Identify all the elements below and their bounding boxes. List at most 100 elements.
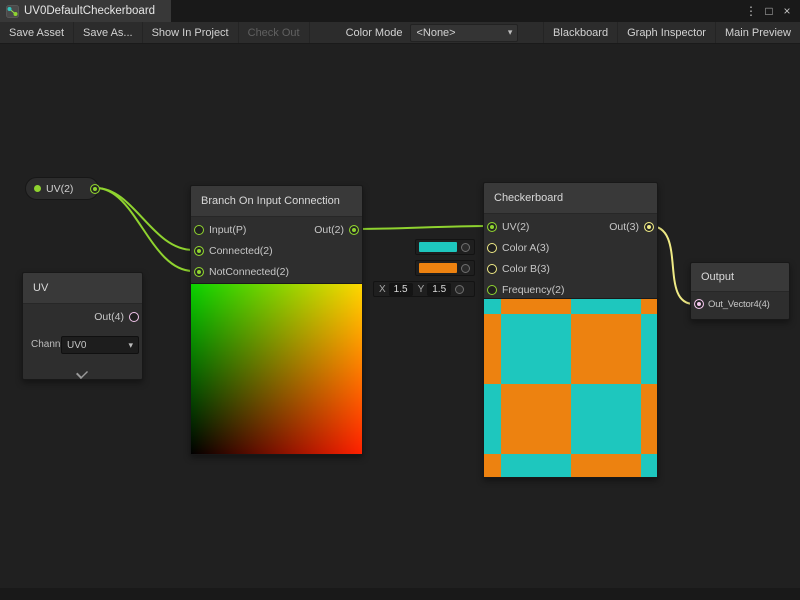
port-checkerboard-frequency[interactable] [487,285,497,295]
checker-cell [484,454,501,477]
output-node-header[interactable]: Output [691,263,789,292]
branch-row-connected: Connected(2) [191,241,362,262]
toolbar-right-group: Blackboard Graph Inspector Main Preview [543,22,800,43]
checker-cell [501,299,571,314]
checkerboard-color-a-label: Color A(3) [502,242,549,254]
color-mode-value: <None> [416,27,455,39]
checker-cell [501,454,571,477]
port-branch-connected[interactable] [194,246,204,256]
output-node[interactable]: Output Out_Vector4(4) [690,262,790,320]
branch-notconnected-label: NotConnected(2) [209,266,289,278]
checker-cell [571,299,641,314]
branch-row-input: Input(P) Out(2) [191,220,362,241]
check-out-button: Check Out [239,22,310,43]
branch-out-label: Out(2) [314,224,344,236]
checker-cell [641,299,657,314]
port-output-vector4[interactable] [694,299,704,309]
color-mode-dropdown[interactable]: <None> ▾ [410,24,518,42]
uv-node[interactable]: UV Out(4) Channe UV0 ▾ [22,272,143,380]
window-bottom-edge [0,588,800,600]
port-checkerboard-color-b[interactable] [487,264,497,274]
checkerboard-row-color-b: Color B(3) [484,259,657,280]
port-branch-input[interactable] [194,225,204,235]
branch-node-preview [191,283,362,454]
checkerboard-row-color-a: Color A(3) [484,238,657,259]
frequency-x-input[interactable]: 1.5 [389,283,413,296]
graph-canvas[interactable]: UV(2) UV Out(4) Channe UV0 ▾ Branch On I… [0,44,800,588]
checkerboard-row-uv: UV(2) Out(3) [484,217,657,238]
port-uvpill-out[interactable] [90,184,100,194]
uv-pill-label: UV(2) [46,183,73,195]
graph-inspector-toggle[interactable]: Graph Inspector [617,22,715,43]
edge-uvpill-to-connected[interactable] [96,188,193,250]
close-icon[interactable]: × [779,4,795,18]
main-preview-toggle[interactable]: Main Preview [715,22,800,43]
branch-connected-label: Connected(2) [209,245,273,257]
port-checkerboard-out[interactable] [644,222,654,232]
show-in-project-button[interactable]: Show In Project [143,22,239,43]
checker-cell [484,299,501,314]
checker-cell [641,314,657,384]
frequency-y-label: Y [418,284,425,295]
graph-tab[interactable]: UV0DefaultCheckerboard [0,0,171,22]
checker-cell [571,454,641,477]
checker-cell [501,384,571,454]
edge-uvpill-to-notconnected[interactable] [96,188,193,271]
color-a-swatch[interactable] [419,242,457,252]
uv-out-row: Out(4) [23,307,142,328]
branch-row-notconnected: NotConnected(2) [191,262,362,283]
save-as-button[interactable]: Save As... [74,22,143,43]
frequency-connector-dot [455,285,464,294]
collapse-chevron-icon[interactable] [77,368,89,374]
branch-node[interactable]: Branch On Input Connection Input(P) Out(… [190,185,363,455]
color-mode-label: Color Mode [340,27,409,39]
tab-title: UV0DefaultCheckerboard [24,5,155,17]
title-bar: UV0DefaultCheckerboard ⋮ □ × [0,0,800,22]
color-b-swatch[interactable] [419,263,457,273]
checkerboard-frequency-label: Frequency(2) [502,284,564,296]
chevron-down-icon: ▾ [508,27,513,38]
uv-pill-preview-dot [34,185,41,192]
checkerboard-node[interactable]: Checkerboard UV(2) Out(3) Color A(3) Col… [483,182,658,478]
checkerboard-color-b-label: Color B(3) [502,263,550,275]
branch-node-header[interactable]: Branch On Input Connection [191,186,362,217]
chevron-down-icon: ▾ [128,340,133,351]
checkerboard-out-label: Out(3) [609,221,639,233]
checker-cell [484,384,501,454]
kebab-menu-icon[interactable]: ⋮ [743,4,759,18]
checker-cell [484,314,501,384]
port-branch-notconnected[interactable] [194,267,204,277]
checkerboard-preview [484,298,657,477]
uv-node-header[interactable]: UV [23,273,142,304]
toolbar: Save Asset Save As... Show In Project Ch… [0,22,800,44]
checker-cell [641,384,657,454]
uv-pill-node[interactable]: UV(2) [25,177,99,200]
color-a-field[interactable] [415,239,475,255]
port-uv-out[interactable] [129,312,139,322]
port-branch-out[interactable] [349,225,359,235]
color-b-field[interactable] [415,260,475,276]
frequency-field: X 1.5 Y 1.5 [373,281,475,297]
uv-channel-dropdown[interactable]: UV0 ▾ [61,336,139,354]
port-checkerboard-uv[interactable] [487,222,497,232]
port-checkerboard-color-a[interactable] [487,243,497,253]
frequency-x-label: X [379,284,386,295]
checker-cell [571,384,641,454]
checkerboard-node-header[interactable]: Checkerboard [484,183,657,214]
uv-channel-value: UV0 [67,340,86,351]
checkerboard-uv-label: UV(2) [502,221,529,233]
checker-cell [641,454,657,477]
shader-graph-icon [6,5,19,18]
edge-branch-to-checkerboard[interactable] [355,226,488,229]
save-asset-button[interactable]: Save Asset [0,22,74,43]
checker-cell [571,314,641,384]
color-b-connector-dot [461,264,470,273]
frequency-y-input[interactable]: 1.5 [427,283,451,296]
blackboard-toggle[interactable]: Blackboard [543,22,617,43]
uv-out-label: Out(4) [94,311,124,323]
maximize-icon[interactable]: □ [761,4,777,18]
output-port-label: Out_Vector4(4) [708,299,770,310]
checker-cell [501,314,571,384]
branch-input-label: Input(P) [209,224,246,236]
color-a-connector-dot [461,243,470,252]
